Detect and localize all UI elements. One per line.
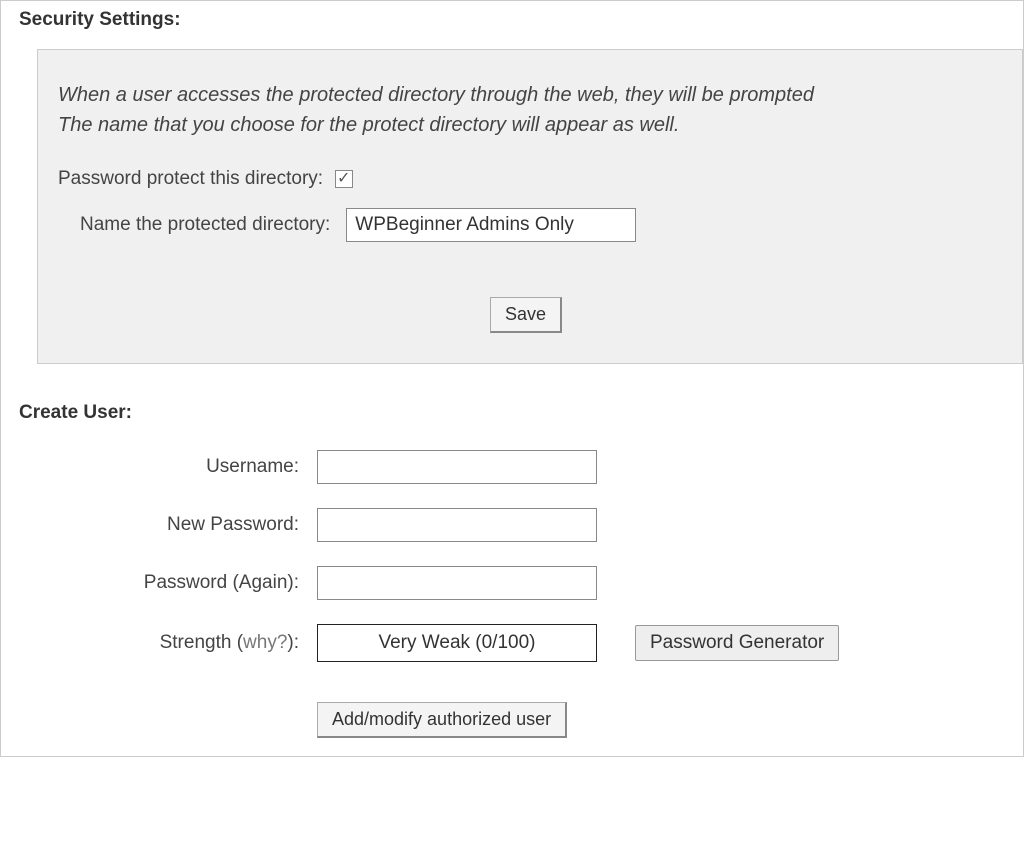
username-input[interactable] [317,450,597,484]
strength-why-link[interactable]: why? [243,632,287,653]
create-user-section: Create User: Username: New Password: Pas… [1,364,1023,756]
security-description-line2: The name that you choose for the protect… [58,114,679,136]
strength-indicator: Very Weak (0/100) [317,624,597,662]
password-again-label: Password (Again): [19,572,299,594]
security-description: When a user accesses the protected direc… [58,80,994,140]
password-again-input[interactable] [317,566,597,600]
password-generator-cell: Password Generator [635,625,1005,661]
dirname-row: Name the protected directory: [80,208,994,242]
add-user-row: Add/modify authorized user [317,702,1005,738]
create-user-title: Create User: [19,394,1005,424]
save-button-row: Save [58,297,994,333]
settings-panel: Security Settings: When a user accesses … [0,0,1024,757]
protect-directory-row: Password protect this directory: [58,168,994,190]
username-label: Username: [19,456,299,478]
password-generator-button[interactable]: Password Generator [635,625,839,661]
dirname-input[interactable] [346,208,636,242]
protect-directory-label: Password protect this directory: [58,168,323,190]
strength-label: Strength (why?): [19,632,299,654]
new-password-input[interactable] [317,508,597,542]
add-modify-user-button[interactable]: Add/modify authorized user [317,702,567,738]
save-button[interactable]: Save [490,297,562,333]
protect-directory-checkbox[interactable] [335,170,353,188]
create-user-form: Username: New Password: Password (Again)… [19,450,1005,662]
security-settings-box: When a user accesses the protected direc… [37,49,1023,364]
security-description-line1: When a user accesses the protected direc… [58,84,814,106]
security-settings-title: Security Settings: [1,1,1023,31]
dirname-label: Name the protected directory: [80,214,330,236]
new-password-label: New Password: [19,514,299,536]
